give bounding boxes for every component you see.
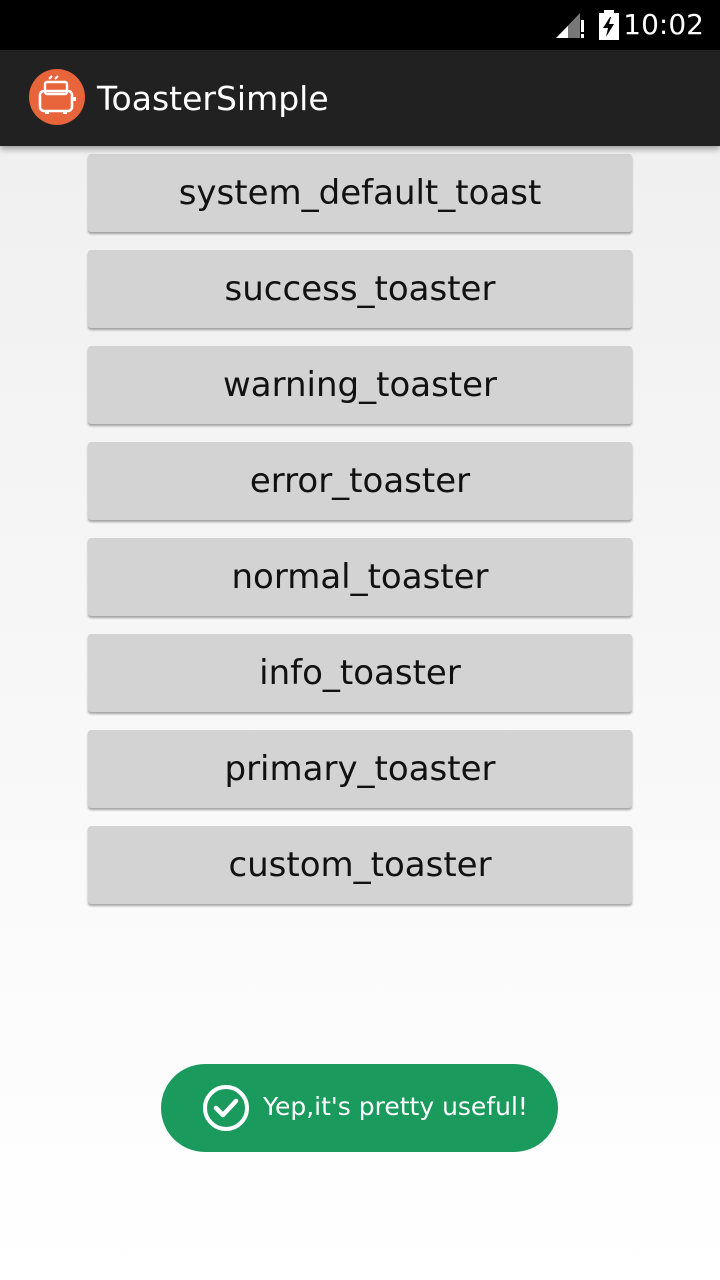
normal-toaster-button[interactable]: normal_toaster [88,538,632,616]
battery-charging-icon [598,10,620,44]
success-toast: Yep,it's pretty useful! [161,1064,558,1152]
button-list: system_default_toast success_toaster war… [88,154,632,922]
status-bar: 10:02 [0,0,720,50]
toaster-icon [29,69,85,125]
error-toaster-button[interactable]: error_toaster [88,442,632,520]
status-time: 10:02 [623,8,704,41]
app-bar: ToasterSimple [0,50,720,146]
warning-toaster-button[interactable]: warning_toaster [88,346,632,424]
system-default-toast-button[interactable]: system_default_toast [88,154,632,232]
success-toaster-button[interactable]: success_toaster [88,250,632,328]
custom-toaster-button[interactable]: custom_toaster [88,826,632,904]
check-circle-icon [202,1084,250,1136]
info-toaster-button[interactable]: info_toaster [88,634,632,712]
signal-icon [554,11,586,43]
app-title: ToasterSimple [97,79,329,118]
primary-toaster-button[interactable]: primary_toaster [88,730,632,808]
toast-message: Yep,it's pretty useful! [263,1092,528,1121]
